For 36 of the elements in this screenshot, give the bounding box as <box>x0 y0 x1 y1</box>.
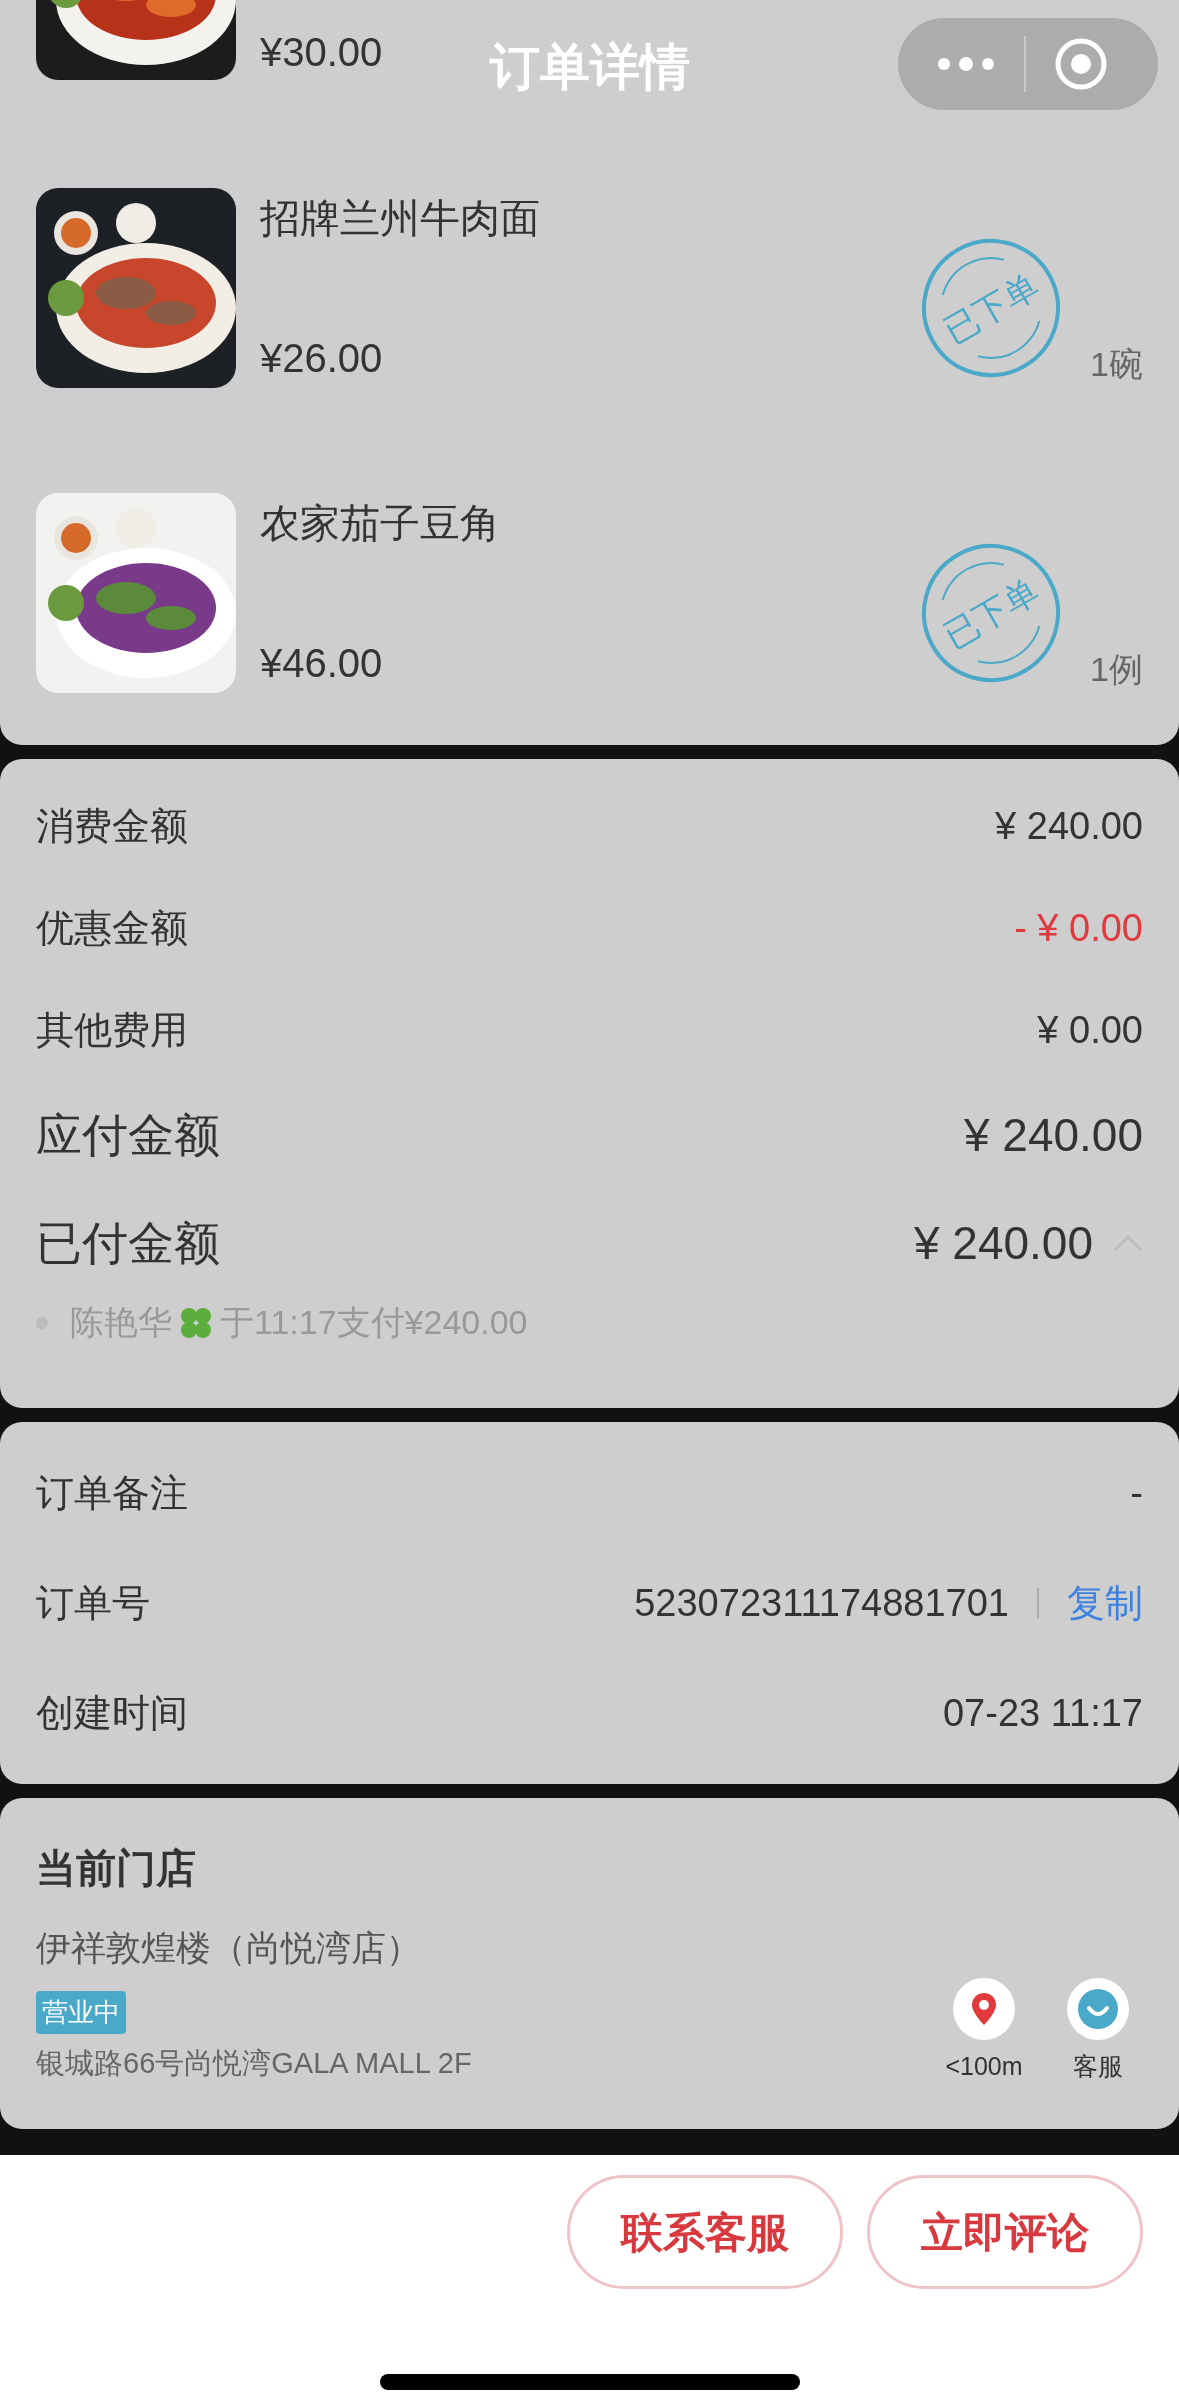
store-address: 银城路66号尚悦湾GALA MALL 2F <box>36 2045 472 2081</box>
chat-bubble-icon <box>1077 1987 1119 2030</box>
info-label: 订单备注 <box>36 1470 188 1516</box>
amount-value: ¥ 0.00 <box>1037 1007 1143 1053</box>
amount-value: ¥ 240.00 <box>913 1215 1093 1271</box>
amount-label: 优惠金额 <box>36 905 188 951</box>
info-value: - <box>1130 1470 1143 1516</box>
amount-label: 其他费用 <box>36 1007 188 1053</box>
amount-value: ¥ 240.00 <box>963 1107 1143 1163</box>
action-button[interactable]: 联系客服 <box>567 2175 843 2289</box>
section-title: 当前门店 <box>36 1845 197 1892</box>
action-button[interactable]: 立即评论 <box>867 2175 1143 2289</box>
info-value: 07-23 11:17 <box>942 1690 1143 1736</box>
dish-name: 农家茄子豆角 <box>260 499 500 547</box>
amount-value: - ¥ 0.00 <box>1014 905 1143 951</box>
more-icon[interactable] <box>936 54 996 74</box>
dish-name: 招牌兰州牛肉面 <box>260 194 540 242</box>
status-tag: 营业中 <box>36 1990 126 2034</box>
amount-label: 已付金额 <box>36 1215 220 1271</box>
info-label: 创建时间 <box>36 1690 188 1736</box>
quantity: 1碗 <box>1090 344 1143 385</box>
amount-label: 应付金额 <box>36 1107 220 1163</box>
action-label: 客服 <box>1073 2050 1123 2082</box>
action-label: <100m <box>945 2050 1023 2082</box>
map-pin-icon <box>971 1991 997 2026</box>
price: ¥30.00 <box>260 29 383 76</box>
copy-link[interactable]: 复制 <box>1067 1574 1143 1632</box>
amount-value: ¥ 240.00 <box>995 803 1143 849</box>
info-value: 523072311174881701 <box>634 1580 1009 1626</box>
close-icon[interactable] <box>1054 37 1108 91</box>
store-name: 伊祥敦煌楼（尚悦湾店） <box>36 1927 421 1969</box>
quantity: 1例 <box>1090 649 1143 690</box>
amount-label: 消费金额 <box>36 803 188 849</box>
price: ¥46.00 <box>260 639 383 687</box>
price: ¥26.00 <box>260 334 383 382</box>
info-label: 订单号 <box>36 1580 150 1626</box>
